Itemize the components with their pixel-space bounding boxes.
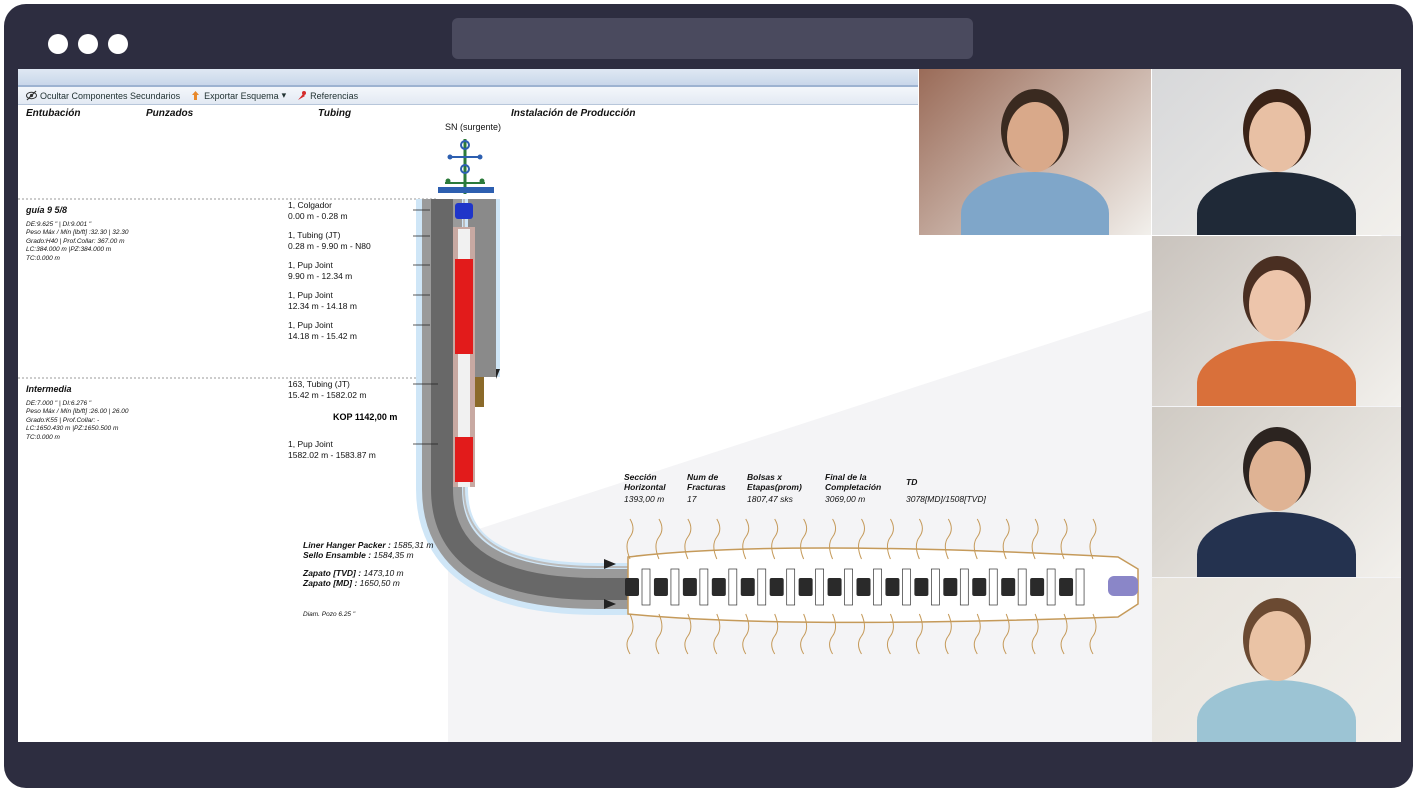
shoe-md-label: Zapato [MD] : — [303, 578, 358, 588]
participant-face — [1248, 270, 1305, 340]
minimize-dot-icon[interactable] — [78, 34, 98, 54]
component-name: 163, Tubing (JT) — [288, 379, 350, 389]
component-item[interactable]: 1, Colgador 0.00 m - 0.28 m — [288, 200, 348, 221]
component-item[interactable]: 1, Tubing (JT) 0.28 m - 9.90 m - N80 — [288, 230, 371, 251]
casing-line: Peso Máx / Mín [lb/ft] :32.30 | 32.30 — [26, 229, 129, 236]
casing-title: guía 9 5/8 — [26, 205, 68, 215]
component-item[interactable]: 163, Tubing (JT) 15.42 m - 1582.02 m — [288, 379, 366, 400]
video-tile[interactable] — [1152, 69, 1401, 235]
component-range: 0.00 m - 0.28 m — [288, 210, 348, 221]
component-name: 1, Pup Joint — [288, 260, 333, 270]
casing-line: Grado:K55 | Prof.Collar: - — [26, 416, 100, 424]
shoe-info: Zapato [TVD] : 1473,10 m Zapato [MD] : 1… — [303, 568, 404, 588]
viewport: Ocultar Componentes Secundarios Exportar… — [18, 69, 1401, 742]
component-name: 1, Pup Joint — [288, 290, 333, 300]
component-range: 1582.02 m - 1583.87 m — [288, 449, 376, 460]
packer-label: Liner Hanger Packer : — [303, 540, 391, 550]
close-dot-icon[interactable] — [48, 34, 68, 54]
info-label: Bolsas x Etapas(prom) — [747, 472, 802, 492]
casing-title: Intermedia — [26, 384, 72, 394]
info-value: 1393,00 m — [624, 494, 665, 504]
shoe-tvd-value: 1473,10 m — [363, 568, 404, 578]
participant-face — [1248, 610, 1305, 681]
packer-value: 1585,31 m — [393, 540, 434, 550]
component-range: 14.18 m - 15.42 m — [288, 330, 357, 341]
shoe-md-value: 1650,50 m — [359, 578, 400, 588]
kop-label: KOP 1142,00 m — [333, 412, 398, 422]
info-label: Num de Fracturas — [687, 472, 726, 492]
well-schematic-app: Ocultar Componentes Secundarios Exportar… — [18, 69, 1401, 742]
info-label: Sección Horizontal — [624, 472, 666, 492]
window-controls — [48, 34, 128, 54]
casing-intermedia: Intermedia DE:7.000 " | DI:6.276 " Peso … — [26, 385, 129, 442]
casing-line: Grado:H40 | Prof.Collar: 367.00 m — [26, 237, 125, 245]
info-value: 3078[MD]/1508[TVD] — [906, 494, 986, 504]
casing-line: LC:1650.430 m |PZ:1650.500 m — [26, 425, 119, 432]
component-name: 1, Colgador — [288, 200, 332, 210]
participant-face — [1007, 102, 1063, 173]
component-name: 1, Pup Joint — [288, 439, 333, 449]
casing-line: Peso Máx / Mín [lb/ft] :26.00 | 26.00 — [26, 408, 129, 415]
seal-value: 1584,35 m — [373, 550, 414, 560]
video-tile[interactable] — [1152, 407, 1401, 577]
casing-line: LC:384.000 m |PZ:384.000 m — [26, 246, 112, 253]
component-item[interactable]: 1, Pup Joint 1582.02 m - 1583.87 m — [288, 439, 376, 460]
packer-info: Liner Hanger Packer : 1585,31 m Sello En… — [303, 540, 433, 560]
component-item[interactable]: 1, Pup Joint 12.34 m - 14.18 m — [288, 290, 357, 311]
address-bar[interactable] — [452, 18, 973, 59]
component-item[interactable]: 1, Pup Joint 9.90 m - 12.34 m — [288, 260, 352, 281]
component-name: 1, Pup Joint — [288, 320, 333, 330]
component-item[interactable]: 1, Pup Joint 14.18 m - 15.42 m — [288, 320, 357, 341]
info-value: 3069,00 m — [825, 494, 866, 504]
casing-line: TC:0.000 m — [26, 433, 60, 441]
info-label: Final de la Completación — [825, 472, 882, 492]
info-value: 1807,47 sks — [747, 494, 793, 504]
participant-face — [1248, 441, 1305, 511]
component-name: 1, Tubing (JT) — [288, 230, 341, 240]
casing-line: DE:7.000 " | DI:6.276 " — [26, 399, 92, 407]
video-tile[interactable] — [1152, 236, 1401, 406]
casing-line: DE:9.625 " | DI:9.001 " — [26, 220, 92, 228]
component-range: 12.34 m - 14.18 m — [288, 300, 357, 311]
shoe-tvd-label: Zapato [TVD] : — [303, 568, 362, 578]
hole-diameter: Diam. Pozo 6.25 " — [303, 611, 356, 618]
video-tile[interactable] — [1152, 578, 1401, 742]
component-range: 0.28 m - 9.90 m - N80 — [288, 240, 371, 251]
casing-guia: guía 9 5/8 DE:9.625 " | DI:9.001 " Peso … — [26, 206, 129, 263]
seal-label: Sello Ensamble : — [303, 550, 372, 560]
info-value: 17 — [687, 494, 697, 504]
component-range: 15.42 m - 1582.02 m — [288, 389, 367, 400]
participant-face — [1248, 102, 1305, 173]
video-tile[interactable] — [919, 69, 1151, 235]
casing-line: TC:0.000 m — [26, 254, 60, 262]
component-range: 9.90 m - 12.34 m — [288, 270, 353, 281]
maximize-dot-icon[interactable] — [108, 34, 128, 54]
info-label: TD — [906, 477, 918, 487]
